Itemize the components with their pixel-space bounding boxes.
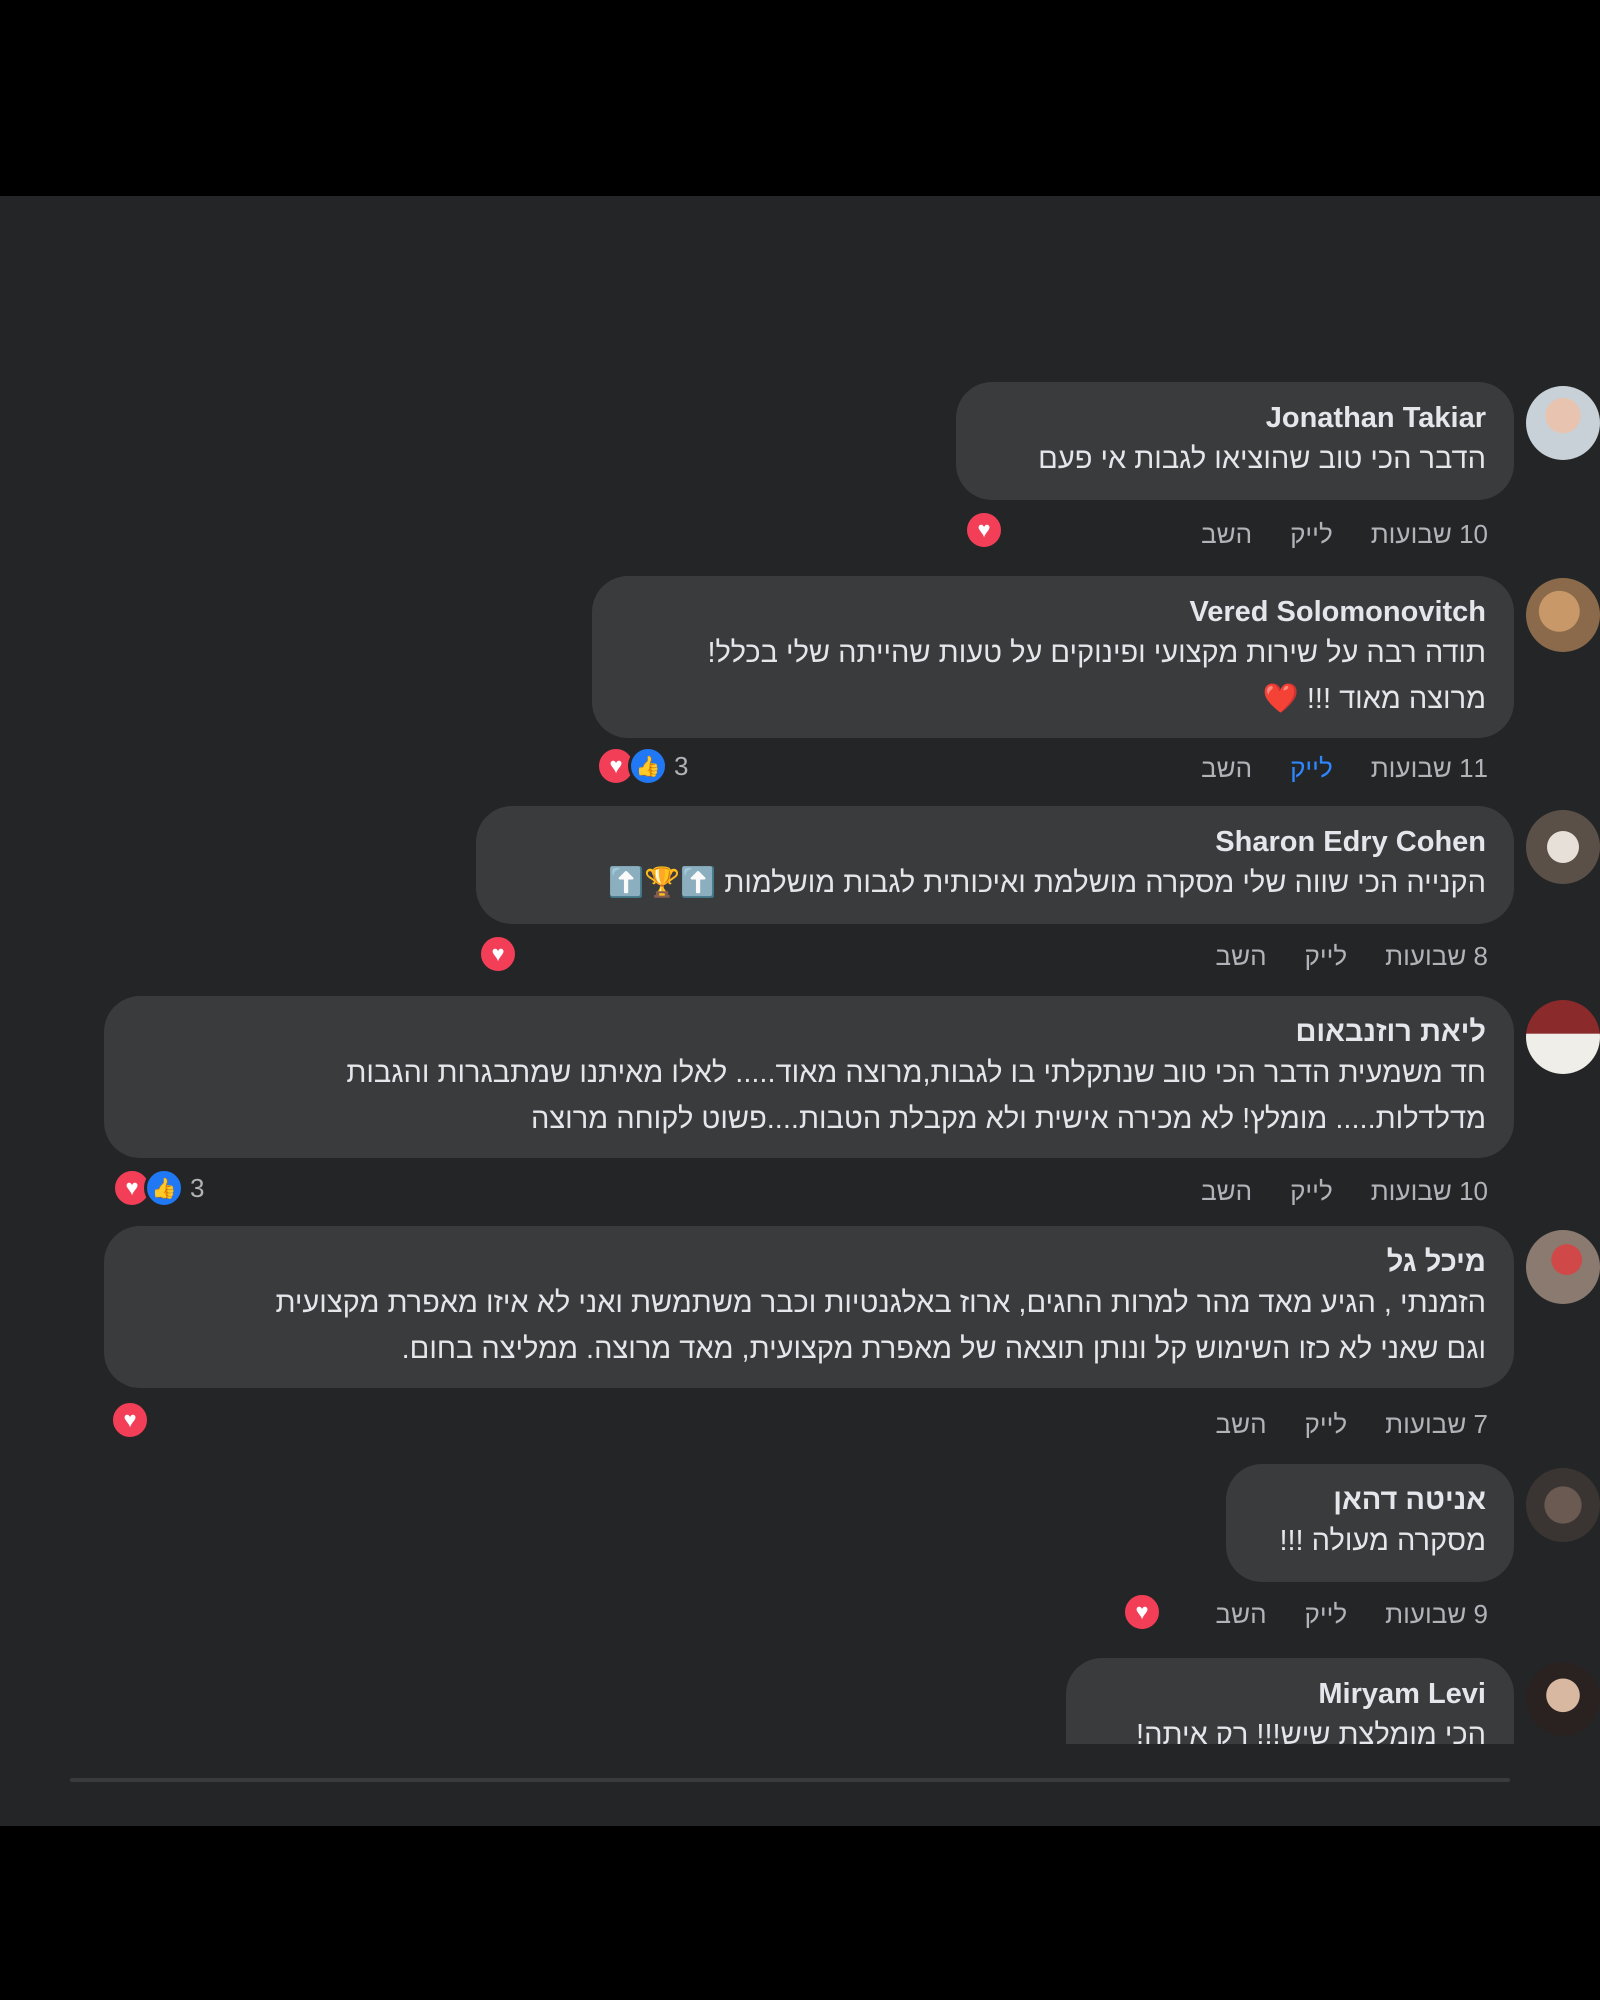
comment-bubble: Vered Solomonovitch תודה רבה על שירות מק… (592, 576, 1514, 738)
comment-author[interactable]: אניטה דהאן (1252, 1482, 1486, 1518)
comment-time[interactable]: 8 שבועות (1385, 941, 1488, 972)
heart-icon: ♥ (964, 510, 1004, 550)
like-button[interactable]: לייק (1290, 519, 1333, 550)
comment-bubble: אניטה דהאן מסקרה מעולה !!! (1226, 1464, 1514, 1582)
comment-text: הדבר הכי טוב שהוציאו לגבות אי פעם (1038, 443, 1486, 475)
horizontal-scrollbar[interactable] (70, 1778, 1510, 1782)
comment-bubble: מיכל גל הזמנתי , הגיע מאד מהר למרות החגי… (104, 1226, 1514, 1388)
avatar[interactable] (1526, 386, 1600, 460)
comment-text: חד משמעית הדבר הכי טוב שנתקלתי בו לגבות,… (346, 1057, 1486, 1089)
like-button[interactable]: לייק (1305, 1409, 1348, 1440)
comment-author[interactable]: Sharon Edry Cohen (502, 824, 1486, 860)
comment-text: וגם שאני לא כזו השימוש קל ונותן תוצאה של… (401, 1333, 1486, 1365)
reply-button[interactable]: השב (1201, 519, 1252, 550)
comment-bubble: ליאת רוזנבאום חד משמעית הדבר הכי טוב שנת… (104, 996, 1514, 1158)
avatar[interactable] (1526, 1230, 1600, 1304)
comment-text: מדלדלות..... מומלץ! לא מכירה אישית ולא מ… (531, 1103, 1486, 1135)
comment-text: מרוצה מאוד !!! ❤️ (1262, 683, 1486, 715)
avatar[interactable] (1526, 810, 1600, 884)
comment-text: הזמנתי , הגיע מאד מהר למרות החגים, ארוז … (275, 1287, 1486, 1319)
reaction-count: 3 (674, 750, 689, 781)
comment-text: תודה רבה על שירות מקצועי ופינוקים על טעו… (707, 637, 1486, 669)
avatar[interactable] (1526, 578, 1600, 652)
reply-button[interactable]: השב (1216, 1599, 1267, 1630)
reactions[interactable]: ♥ (1122, 1592, 1162, 1632)
avatar[interactable] (1526, 1000, 1600, 1074)
reactions[interactable]: ♥ (478, 934, 518, 974)
reactions[interactable]: ♥ 👍 3 (596, 746, 688, 786)
comment-actions: 9 שבועות לייק השב (1216, 1599, 1488, 1630)
heart-icon: ♥ (478, 934, 518, 974)
reply-button[interactable]: השב (1216, 941, 1267, 972)
comment-text: מסקרה מעולה !!! (1279, 1525, 1486, 1557)
reaction-count: 3 (190, 1172, 205, 1203)
reactions[interactable]: ♥ 👍 3 (112, 1168, 204, 1208)
comment-actions: 10 שבועות לייק השב (1201, 519, 1488, 550)
like-button[interactable]: לייק (1290, 753, 1333, 784)
thumbs-up-icon: 👍 (628, 746, 668, 786)
scroll-fade (0, 1744, 1600, 1826)
like-button[interactable]: לייק (1290, 1176, 1333, 1207)
heart-icon: ♥ (110, 1400, 150, 1440)
avatar[interactable] (1526, 1662, 1600, 1736)
comment-bubble: Jonathan Takiar הדבר הכי טוב שהוציאו לגב… (956, 382, 1514, 500)
reply-button[interactable]: השב (1216, 1409, 1267, 1440)
heart-icon: ♥ (1122, 1592, 1162, 1632)
comment-actions: 10 שבועות לייק השב (1201, 1176, 1488, 1207)
comment-author[interactable]: Jonathan Takiar (982, 400, 1486, 436)
thumbs-up-icon: 👍 (144, 1168, 184, 1208)
comment-time[interactable]: 10 שבועות (1371, 1176, 1488, 1207)
comment-time[interactable]: 11 שבועות (1371, 753, 1488, 784)
reply-button[interactable]: השב (1201, 753, 1252, 784)
comment-author[interactable]: Miryam Levi (1092, 1676, 1486, 1712)
comment-bubble: Sharon Edry Cohen הקנייה הכי שווה שלי מס… (476, 806, 1514, 924)
like-button[interactable]: לייק (1305, 941, 1348, 972)
comment-actions: 8 שבועות לייק השב (1216, 941, 1488, 972)
reactions[interactable]: ♥ (964, 510, 1004, 550)
comment-time[interactable]: 7 שבועות (1385, 1409, 1488, 1440)
comment-author[interactable]: מיכל גל (130, 1244, 1486, 1280)
comment-time[interactable]: 10 שבועות (1371, 519, 1488, 550)
reply-button[interactable]: השב (1201, 1176, 1252, 1207)
comment-time[interactable]: 9 שבועות (1385, 1599, 1488, 1630)
comment-author[interactable]: Vered Solomonovitch (618, 594, 1487, 630)
comment-author[interactable]: ליאת רוזנבאום (130, 1014, 1486, 1050)
comment-actions: 11 שבועות לייק השב (1201, 753, 1488, 784)
comments-panel: Jonathan Takiar הדבר הכי טוב שהוציאו לגב… (0, 196, 1600, 1826)
comment-text: הקנייה הכי שווה שלי מסקרה מושלמת ואיכותי… (607, 867, 1486, 899)
like-button[interactable]: לייק (1305, 1599, 1348, 1630)
reactions[interactable]: ♥ (110, 1400, 150, 1440)
comment-actions: 7 שבועות לייק השב (1216, 1409, 1488, 1440)
avatar[interactable] (1526, 1468, 1600, 1542)
